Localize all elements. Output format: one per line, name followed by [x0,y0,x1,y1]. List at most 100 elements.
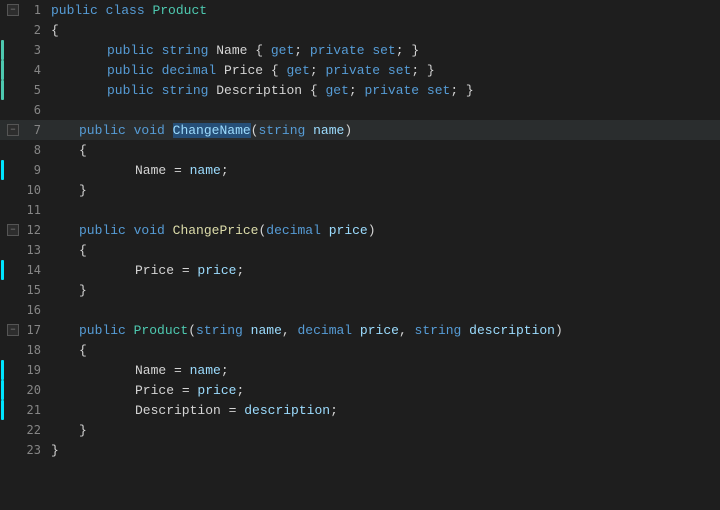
token: ) [555,323,563,338]
table-row: 23} [0,440,720,460]
token [419,83,427,98]
code-line: { [45,20,720,40]
token [352,323,360,338]
code-editor: −1public class Product2{3public string N… [0,0,720,510]
code-line: public string Description { get; private… [45,80,720,100]
token: price [329,223,368,238]
table-row: 8{ [0,140,720,160]
table-row: 20Price = price; [0,380,720,400]
code-line: public void ChangePrice(decimal price) [45,220,720,240]
table-row: 13 { [0,240,720,260]
token: ( [251,123,259,138]
token: = [174,263,197,278]
token: Name [216,43,247,58]
line-number: 21 [27,403,41,417]
token: set [388,63,411,78]
token: , [282,323,298,338]
table-row: 15} [0,280,720,300]
line-number: 14 [27,263,41,277]
token: public [107,83,154,98]
code-line: { [45,340,720,360]
token: void [134,123,165,138]
token: price [360,323,399,338]
token: = [166,363,189,378]
token: { [79,143,87,158]
code-line: Price = price; [45,380,720,400]
token [154,63,162,78]
line-number: 10 [27,183,41,197]
token: name [190,163,221,178]
code-line [45,300,720,320]
token: ( [258,223,266,238]
token: { [302,83,325,98]
code-line: Name = name; [45,360,720,380]
token: public [107,63,154,78]
token: public [107,43,154,58]
token: set [427,83,450,98]
token: ; [330,403,338,418]
token [208,43,216,58]
token: private [310,43,365,58]
token: { [263,63,286,78]
token: get [286,63,309,78]
code-line: } [45,440,720,460]
token [380,63,388,78]
fold-button[interactable]: − [7,324,19,336]
table-row: 6 [0,100,720,120]
token: ; } [411,63,434,78]
table-row: 19Name = name; [0,360,720,380]
token: ; [236,383,244,398]
token: private [365,83,420,98]
token: ) [344,123,352,138]
token: ; [310,63,326,78]
token: ) [368,223,376,238]
table-row: 16 [0,300,720,320]
token: description [244,403,330,418]
token: Price [224,63,263,78]
code-line: Price = price; [45,260,720,280]
token: ChangeName [173,123,251,138]
fold-button[interactable]: − [7,124,19,136]
line-number: 6 [34,103,41,117]
table-row: 22} [0,420,720,440]
token [126,123,134,138]
token: string [162,43,209,58]
token: public [51,3,98,18]
token: price [197,263,236,278]
fold-button[interactable]: − [7,224,19,236]
token: } [51,443,59,458]
code-line [45,100,720,120]
token: decimal [266,223,321,238]
table-row: 9Name = name; [0,160,720,180]
code-line: public decimal Price { get; private set;… [45,60,720,80]
token [216,63,224,78]
line-number: 13 [27,243,41,257]
token: = [174,383,197,398]
token: Description [135,403,221,418]
table-row: 11 [0,200,720,220]
token: { [79,243,87,258]
token: price [197,383,236,398]
token: public [79,123,126,138]
token [461,323,469,338]
token: set [372,43,395,58]
token: Product [134,323,189,338]
table-row: 21Description = description; [0,400,720,420]
token: name [313,123,344,138]
token: ; [294,43,310,58]
table-row: 18{ [0,340,720,360]
token [305,123,313,138]
line-number: 16 [27,303,41,317]
table-row: 3public string Name { get; private set; … [0,40,720,60]
fold-button[interactable]: − [7,4,19,16]
token: decimal [298,323,353,338]
token: decimal [162,63,217,78]
token: { [247,43,270,58]
token: description [469,323,555,338]
code-line: } [45,280,720,300]
line-number: 17 [27,323,41,337]
token [126,323,134,338]
token: string [196,323,243,338]
table-row: 4public decimal Price { get; private set… [0,60,720,80]
token: name [251,323,282,338]
